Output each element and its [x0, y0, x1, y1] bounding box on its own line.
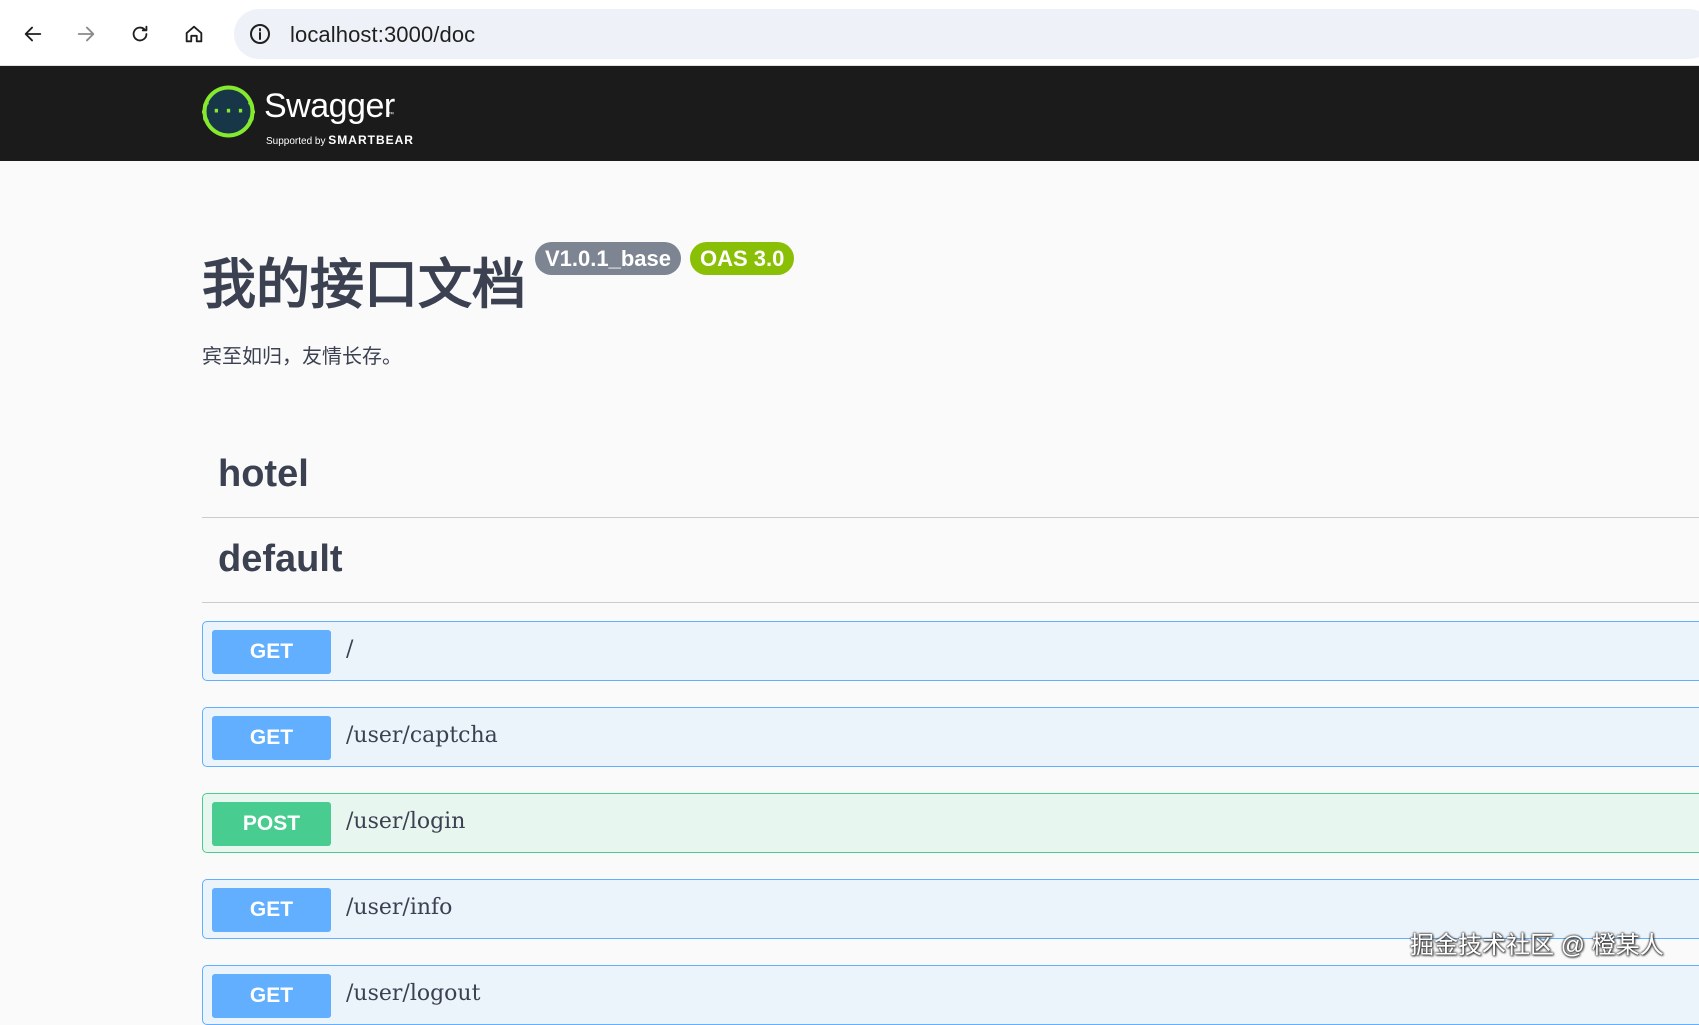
tag-name[interactable]: default	[218, 538, 343, 581]
method-badge-post[interactable]: POST	[212, 802, 331, 846]
operation-path[interactable]: /	[346, 637, 353, 662]
operation-path[interactable]: /user/info	[346, 895, 452, 920]
info-icon[interactable]	[248, 22, 272, 46]
trademark-symbol: ™	[388, 112, 394, 118]
method-badge-get[interactable]: GET	[212, 888, 331, 932]
operation-get-user-logout[interactable]: GET /user/logout	[202, 965, 1699, 1025]
browser-toolbar: localhost:3000/doc	[0, 0, 1699, 66]
url-text[interactable]: localhost:3000/doc	[290, 22, 475, 48]
watermark-text: 掘金技术社区 @ 橙某人	[1410, 932, 1664, 959]
tag-section-default[interactable]: default	[202, 518, 1699, 603]
forward-arrow-icon	[77, 26, 95, 42]
address-bar[interactable]: localhost:3000/doc	[234, 9, 1699, 59]
supported-by-text: Supported by SMARTBEAR	[266, 133, 414, 147]
swagger-wordmark: Swagger	[264, 87, 395, 125]
method-badge-get[interactable]: GET	[212, 630, 331, 674]
home-icon	[185, 25, 203, 43]
reload-button[interactable]	[122, 16, 158, 52]
smartbear-brand: SMARTBEAR	[328, 133, 414, 147]
home-button[interactable]	[176, 16, 212, 52]
back-arrow-icon	[24, 26, 42, 42]
api-title: 我的接口文档	[202, 255, 526, 315]
method-badge-get[interactable]: GET	[212, 716, 331, 760]
reload-icon	[132, 25, 148, 42]
version-badge: V1.0.1_base	[535, 242, 681, 275]
api-description: 宾至如归，友情长存。	[202, 346, 402, 368]
operation-path[interactable]: /user/login	[346, 809, 465, 834]
operation-path[interactable]: /user/captcha	[346, 723, 498, 748]
tag-section-hotel[interactable]: hotel	[202, 433, 1699, 518]
operation-get-root[interactable]: GET /	[202, 621, 1699, 681]
swagger-topbar: {···} Swagger ™ Supported by SMARTBEAR	[0, 66, 1699, 161]
operation-get-user-captcha[interactable]: GET /user/captcha	[202, 707, 1699, 767]
back-button[interactable]	[15, 16, 51, 52]
oas-badge: OAS 3.0	[690, 242, 795, 275]
forward-button[interactable]	[68, 16, 104, 52]
method-badge-get[interactable]: GET	[212, 974, 331, 1018]
operation-post-user-login[interactable]: POST /user/login	[202, 793, 1699, 853]
tag-name[interactable]: hotel	[218, 453, 309, 496]
operation-path[interactable]: /user/logout	[346, 981, 480, 1006]
supported-by-prefix: Supported by	[266, 136, 326, 147]
swagger-logo-icon[interactable]: {···}	[202, 85, 255, 138]
svg-text:{···}: {···}	[202, 99, 255, 123]
